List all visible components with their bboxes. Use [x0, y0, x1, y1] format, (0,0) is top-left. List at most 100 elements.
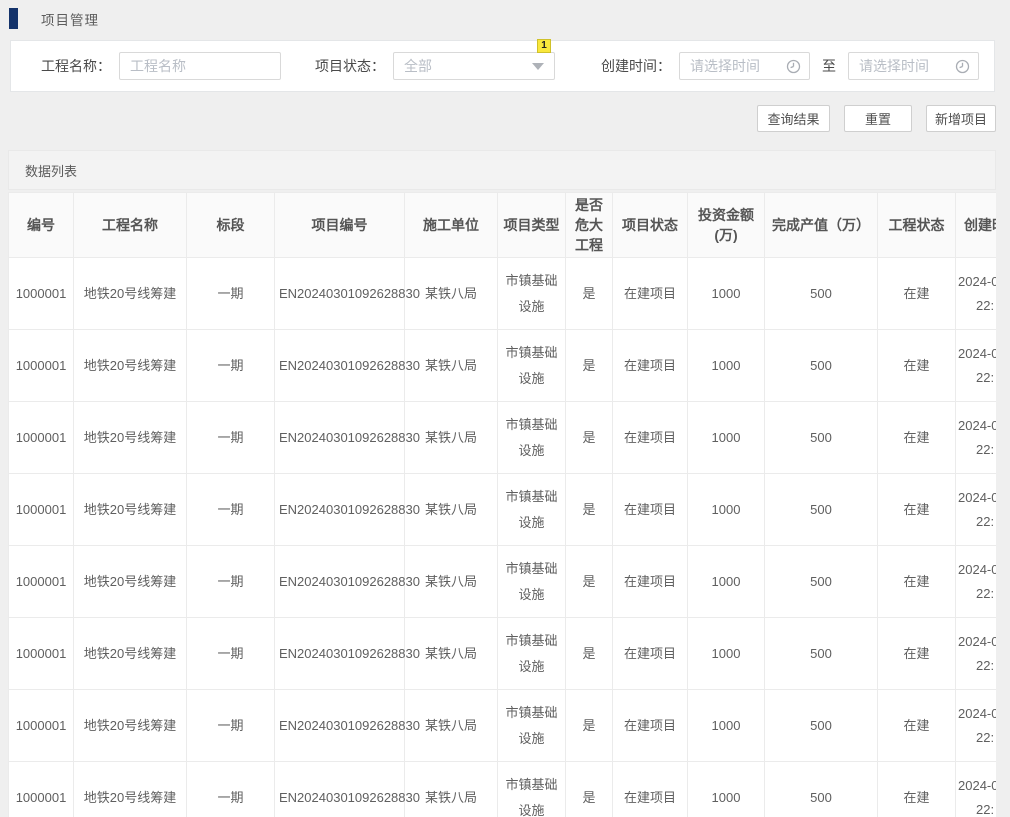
- page-header: 项目管理: [0, 0, 1010, 37]
- cell-created: 2024-08-22:: [956, 258, 997, 330]
- cell-status: 在建项目: [613, 690, 688, 762]
- cell-section: 一期: [187, 546, 275, 618]
- cell-code: EN20240301092628830: [275, 258, 405, 330]
- cell-investment: 1000: [688, 474, 765, 546]
- cell-work_status: 在建: [878, 330, 956, 402]
- cell-created: 2024-08-22:: [956, 618, 997, 690]
- column-header: 施工单位: [405, 193, 498, 258]
- cell-section: 一期: [187, 258, 275, 330]
- cell-dangerous: 是: [566, 618, 613, 690]
- cell-created: 2024-08-22:: [956, 546, 997, 618]
- created-time-label: 创建时间：: [601, 56, 671, 76]
- reset-button[interactable]: 重置: [844, 105, 912, 132]
- cell-id: 1000001: [9, 762, 74, 817]
- data-list-title: 数据列表: [8, 150, 996, 190]
- table-row: 1000001地铁20号线筹建一期EN20240301092628830某铁八局…: [9, 474, 997, 546]
- cell-status: 在建项目: [613, 330, 688, 402]
- cell-status: 在建项目: [613, 402, 688, 474]
- project-status-select[interactable]: 全部 1: [393, 52, 555, 80]
- cell-type: 市镇基础设施: [498, 474, 566, 546]
- column-header: 是否危大工程: [566, 193, 613, 258]
- column-header: 项目编号: [275, 193, 405, 258]
- column-header: 项目类型: [498, 193, 566, 258]
- cell-created: 2024-08-22:: [956, 402, 997, 474]
- cell-status: 在建项目: [613, 762, 688, 817]
- cell-investment: 1000: [688, 546, 765, 618]
- project-status-label: 项目状态：: [315, 56, 385, 76]
- cell-name: 地铁20号线筹建: [74, 330, 187, 402]
- cell-id: 1000001: [9, 618, 74, 690]
- cell-investment: 1000: [688, 618, 765, 690]
- cell-dangerous: 是: [566, 474, 613, 546]
- cell-type: 市镇基础设施: [498, 690, 566, 762]
- created-time-start[interactable]: [679, 52, 810, 80]
- cell-name: 地铁20号线筹建: [74, 546, 187, 618]
- cell-section: 一期: [187, 474, 275, 546]
- cell-work_status: 在建: [878, 474, 956, 546]
- cell-created: 2024-08-22:: [956, 474, 997, 546]
- project-name-input[interactable]: [119, 52, 281, 80]
- cell-work_status: 在建: [878, 402, 956, 474]
- cell-section: 一期: [187, 402, 275, 474]
- table-row: 1000001地铁20号线筹建一期EN20240301092628830某铁八局…: [9, 330, 997, 402]
- project-status-field: 项目状态： 全部 1: [315, 52, 555, 80]
- cell-type: 市镇基础设施: [498, 546, 566, 618]
- cell-status: 在建项目: [613, 618, 688, 690]
- cell-section: 一期: [187, 762, 275, 817]
- column-header: 投资金额(万): [688, 193, 765, 258]
- toolbar: 查询结果 重置 新增项目: [0, 105, 996, 132]
- table-row: 1000001地铁20号线筹建一期EN20240301092628830某铁八局…: [9, 762, 997, 817]
- cell-output: 500: [765, 762, 878, 817]
- table-header-row: 编号工程名称标段项目编号施工单位项目类型是否危大工程项目状态投资金额(万)完成产…: [9, 193, 997, 258]
- cell-dangerous: 是: [566, 762, 613, 817]
- table-row: 1000001地铁20号线筹建一期EN20240301092628830某铁八局…: [9, 690, 997, 762]
- cell-output: 500: [765, 474, 878, 546]
- cell-name: 地铁20号线筹建: [74, 258, 187, 330]
- cell-dangerous: 是: [566, 402, 613, 474]
- table-row: 1000001地铁20号线筹建一期EN20240301092628830某铁八局…: [9, 546, 997, 618]
- column-header: 标段: [187, 193, 275, 258]
- project-status-value: 全部: [404, 56, 532, 76]
- cell-type: 市镇基础设施: [498, 762, 566, 817]
- column-header: 工程名称: [74, 193, 187, 258]
- cell-name: 地铁20号线筹建: [74, 474, 187, 546]
- cell-status: 在建项目: [613, 546, 688, 618]
- add-project-button[interactable]: 新增项目: [926, 105, 996, 132]
- cell-investment: 1000: [688, 690, 765, 762]
- column-header: 创建时间: [956, 193, 997, 258]
- range-separator: 至: [822, 56, 836, 76]
- table-row: 1000001地铁20号线筹建一期EN20240301092628830某铁八局…: [9, 258, 997, 330]
- cell-output: 500: [765, 402, 878, 474]
- cell-investment: 1000: [688, 258, 765, 330]
- created-time-field: 创建时间： 至: [601, 52, 979, 80]
- cell-output: 500: [765, 258, 878, 330]
- cell-name: 地铁20号线筹建: [74, 690, 187, 762]
- cell-type: 市镇基础设施: [498, 330, 566, 402]
- cell-code: EN20240301092628830: [275, 546, 405, 618]
- cell-id: 1000001: [9, 474, 74, 546]
- table-body: 1000001地铁20号线筹建一期EN20240301092628830某铁八局…: [9, 258, 997, 817]
- created-time-end[interactable]: [848, 52, 979, 80]
- clock-icon[interactable]: [786, 59, 801, 74]
- created-time-start-input[interactable]: [690, 54, 786, 78]
- project-name-field: 工程名称：: [41, 52, 281, 80]
- table-row: 1000001地铁20号线筹建一期EN20240301092628830某铁八局…: [9, 402, 997, 474]
- column-header: 项目状态: [613, 193, 688, 258]
- cell-name: 地铁20号线筹建: [74, 618, 187, 690]
- cell-section: 一期: [187, 330, 275, 402]
- column-header: 完成产值（万）: [765, 193, 878, 258]
- filter-panel: 工程名称： 项目状态： 全部 1 创建时间： 至: [10, 40, 995, 92]
- clock-icon[interactable]: [955, 59, 970, 74]
- created-time-end-input[interactable]: [859, 54, 955, 78]
- column-header: 工程状态: [878, 193, 956, 258]
- cell-dangerous: 是: [566, 258, 613, 330]
- cell-code: EN20240301092628830: [275, 402, 405, 474]
- chevron-down-icon[interactable]: [532, 63, 544, 70]
- cell-output: 500: [765, 618, 878, 690]
- cell-work_status: 在建: [878, 762, 956, 817]
- status-badge: 1: [537, 39, 551, 53]
- cell-type: 市镇基础设施: [498, 618, 566, 690]
- cell-dangerous: 是: [566, 690, 613, 762]
- data-table: 编号工程名称标段项目编号施工单位项目类型是否危大工程项目状态投资金额(万)完成产…: [8, 192, 996, 817]
- query-button[interactable]: 查询结果: [757, 105, 830, 132]
